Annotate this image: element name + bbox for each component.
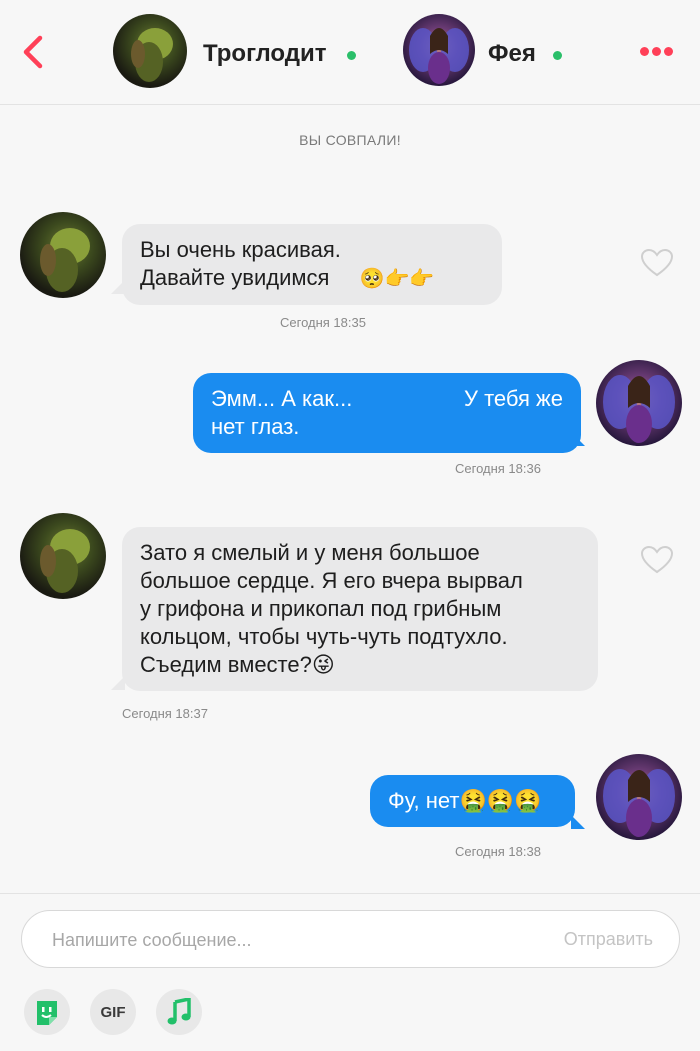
sticker-icon — [37, 1001, 57, 1025]
music-button[interactable] — [156, 989, 202, 1035]
message-text-line: Фу, нет🤮🤮🤮 — [388, 788, 542, 813]
like-button[interactable] — [640, 248, 674, 278]
contact-name[interactable]: Троглодит — [203, 40, 326, 68]
message-bubble-incoming[interactable]: Зато я смелый и у меня большое большое с… — [122, 527, 598, 691]
bubble-tail — [571, 432, 585, 446]
contact-avatar[interactable] — [113, 14, 187, 88]
back-button[interactable] — [16, 30, 50, 74]
more-options-button[interactable] — [640, 43, 682, 63]
composer-divider — [0, 893, 700, 894]
message-avatar-contact[interactable] — [20, 513, 106, 599]
message-text-line: Съедим вместе?😜 — [140, 652, 335, 677]
message-text-line: большое сердце. Я его вчера вырвал — [140, 568, 523, 593]
message-text-row: Давайте увидимся 🥺👉👉 — [140, 264, 484, 293]
gif-label: GIF — [100, 1003, 126, 1021]
music-note-icon — [167, 998, 191, 1025]
user-online-indicator — [553, 51, 562, 60]
more-dots-icon — [640, 47, 649, 56]
more-dot — [664, 47, 673, 56]
message-text-line: Давайте увидимся — [140, 265, 330, 290]
message-composer: Отправить — [21, 910, 680, 968]
message-avatar-contact[interactable] — [20, 212, 106, 298]
user-name[interactable]: Фея — [488, 40, 536, 68]
contact-online-indicator — [347, 51, 356, 60]
chat-header: Троглодит Фея — [0, 0, 700, 105]
message-text-line: у грифона и прикопал под грибным — [140, 596, 502, 621]
match-banner: ВЫ СОВПАЛИ! — [299, 132, 401, 148]
more-dot — [652, 47, 661, 56]
user-avatar[interactable] — [403, 14, 475, 86]
message-timestamp: Сегодня 18:35 — [280, 315, 366, 330]
message-bubble-outgoing[interactable]: Фу, нет🤮🤮🤮 — [370, 775, 575, 827]
chevron-left-icon — [23, 35, 43, 69]
message-timestamp: Сегодня 18:38 — [455, 844, 541, 859]
message-text-row: Эмм... А как... У тебя же — [211, 385, 563, 413]
message-avatar-user[interactable] — [596, 754, 682, 840]
message-text-line: Зато я смелый и у меня большое — [140, 540, 480, 565]
message-text-line: Вы очень красивая. — [140, 237, 341, 262]
message-emoji: 🥺👉👉 — [359, 268, 435, 290]
message-text-line: У тебя же — [464, 386, 563, 411]
sticker-button[interactable] — [24, 989, 70, 1035]
heart-icon — [640, 248, 674, 277]
message-bubble-outgoing[interactable]: Эмм... А как... У тебя же нет глаз. — [193, 373, 581, 453]
message-text-line: кольцом, чтобы чуть-чуть подтухло. — [140, 624, 508, 649]
message-input[interactable] — [50, 925, 514, 955]
message-timestamp: Сегодня 18:37 — [122, 706, 208, 721]
message-bubble-incoming[interactable]: Вы очень красивая. Давайте увидимся 🥺👉👉 — [122, 224, 502, 305]
message-avatar-user[interactable] — [596, 360, 682, 446]
heart-icon — [640, 545, 674, 574]
bubble-tail — [571, 815, 585, 829]
like-button[interactable] — [640, 545, 674, 575]
gif-button[interactable]: GIF — [90, 989, 136, 1035]
message-timestamp: Сегодня 18:36 — [455, 461, 541, 476]
message-text-line: нет глаз. — [211, 414, 300, 439]
message-text-line: Эмм... А как... — [211, 386, 353, 411]
send-button[interactable]: Отправить — [564, 929, 653, 950]
